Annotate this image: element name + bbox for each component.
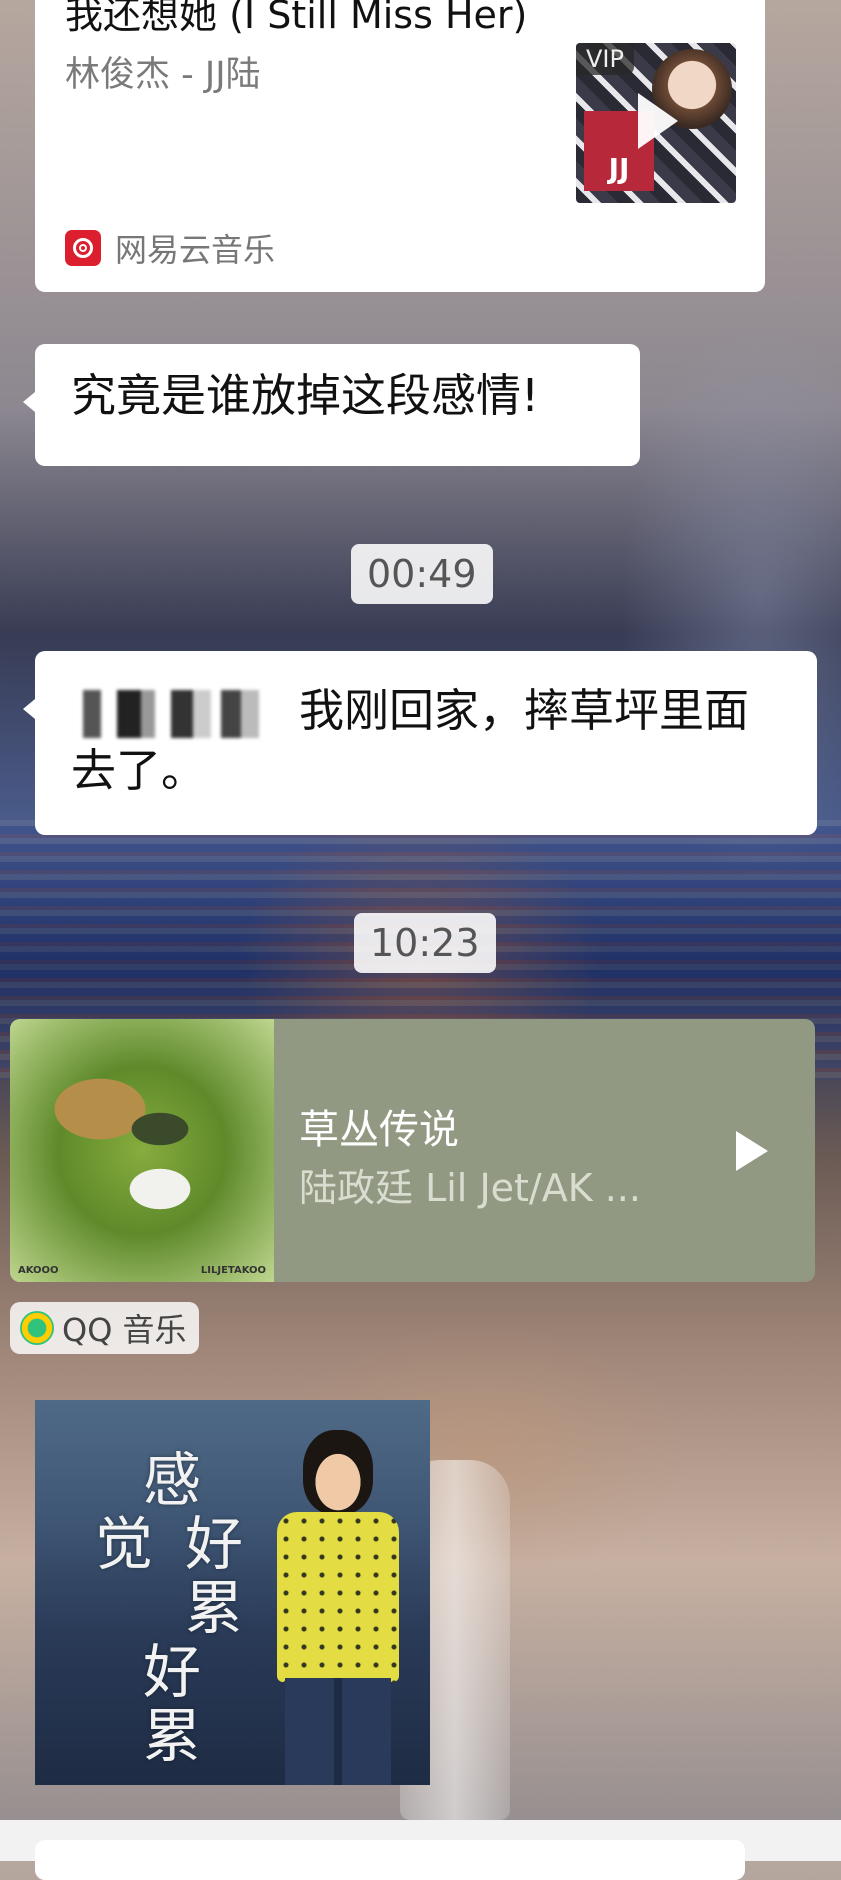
music-card-qq[interactable]: AKOOO LILJETAKOO 草丛传说 陆政廷 Lil Jet/AK ... (10, 1019, 815, 1282)
message-text: 究竟是谁放掉这段感情! (71, 369, 540, 422)
image-text: 好 (143, 1638, 202, 1706)
qq-music-icon (20, 1311, 54, 1345)
message-bubble[interactable]: 究竟是谁放掉这段感情! (23, 344, 640, 466)
boy-figure-head (303, 1430, 373, 1514)
image-message[interactable]: 感 觉 好 累 好 累 (35, 1400, 430, 1785)
redacted-mention (71, 690, 259, 738)
music-source: 网易云音乐 (65, 225, 275, 271)
boy-figure-legs (285, 1678, 391, 1785)
message-bubble[interactable]: 我刚回家，摔草坪里面去了。 (23, 651, 817, 835)
album-cover[interactable]: JJ VIP (576, 43, 736, 203)
image-text: 累 (185, 1574, 244, 1642)
timestamp: 00:49 (351, 544, 493, 604)
music-card-netease[interactable]: 我还想她 (I Still Miss Her) 林俊杰 - JJ陆 JJ VIP… (35, 0, 765, 292)
song-artist: 陆政廷 Lil Jet/AK ... (299, 1166, 641, 1210)
image-text: 感 (143, 1446, 202, 1514)
album-cover: AKOOO LILJETAKOO (10, 1019, 274, 1282)
image-text: 累 (143, 1702, 202, 1770)
image-text: 觉 (95, 1510, 154, 1578)
cover-label: AKOOO (18, 1265, 59, 1276)
music-source-label: 网易云音乐 (115, 231, 276, 269)
boy-figure-body (277, 1512, 399, 1682)
image-text: 好 (185, 1510, 244, 1578)
netease-music-icon (65, 230, 101, 266)
music-source: QQ 音乐 (10, 1302, 199, 1354)
cover-label: LILJETAKOO (200, 1265, 266, 1276)
play-icon[interactable] (736, 1131, 768, 1171)
song-title: 我还想她 (I Still Miss Her) (65, 0, 528, 37)
next-message-bubble[interactable] (35, 1840, 745, 1880)
song-title: 草丛传说 (299, 1107, 459, 1153)
vip-badge: VIP (576, 43, 634, 75)
song-artist: 林俊杰 - JJ陆 (65, 55, 261, 95)
timestamp: 10:23 (354, 913, 496, 973)
music-source-label: QQ 音乐 (62, 1311, 187, 1349)
play-icon[interactable] (638, 93, 678, 149)
